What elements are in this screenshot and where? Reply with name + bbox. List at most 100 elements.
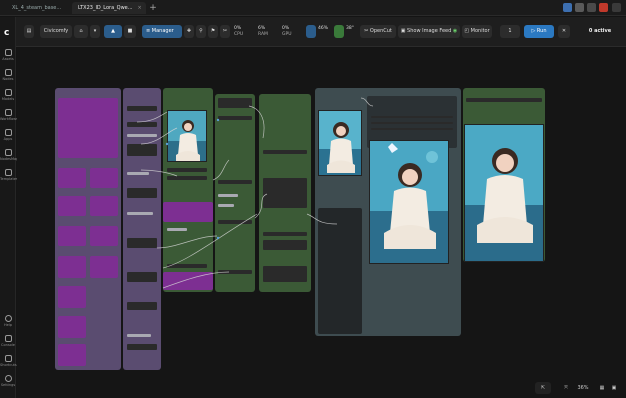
cpu-meter: 0% CPU (234, 26, 243, 39)
sidebar-item-label: Apps (3, 137, 13, 141)
new-tab-plus-icon[interactable]: + (148, 2, 158, 14)
left-sidebar: c Assets Nodes Models Workflows Apps Nod… (0, 17, 19, 398)
models-icon (4, 89, 12, 96)
show-image-feed-button[interactable]: ▣ Show Image Feed ◉ (398, 25, 460, 38)
sidebar-item-models[interactable]: Models (0, 89, 16, 101)
zoom-label: 36% (577, 385, 589, 391)
sidebar-item-templates[interactable]: Templates (0, 169, 18, 181)
assets-icon (4, 49, 12, 56)
stop-icon[interactable]: ■ (124, 25, 136, 38)
workflows-icon (4, 109, 12, 116)
logo-a-icon[interactable]: ▲ (104, 25, 122, 38)
minimap-icon[interactable]: ▦ (597, 382, 607, 394)
close-window-icon[interactable] (612, 3, 621, 12)
node-slot-dot (216, 236, 220, 240)
extension-icon[interactable] (599, 3, 608, 12)
wire (162, 271, 230, 289)
meter-value: 38° (346, 26, 354, 31)
chevron-down-icon[interactable]: ▾ (90, 25, 100, 38)
sidebar-item-apps[interactable]: Apps (0, 129, 16, 141)
help-icon (4, 315, 12, 322)
opencut-button[interactable]: ✂ OpenCut (360, 25, 396, 38)
wire (360, 97, 374, 107)
wire (140, 127, 178, 145)
meter-label: CPU (234, 32, 244, 37)
queue-icon[interactable]: ⌂ (74, 25, 88, 38)
sidebar-item-label: Workflows (0, 117, 18, 121)
tab-workflow-2[interactable]: LTX23_ID_Lora_Qwe... × (72, 2, 146, 14)
model-select[interactable]: Civicomfy (40, 25, 72, 38)
gpu-meter: 0% GPU (282, 26, 292, 39)
temp-swatch (334, 25, 344, 38)
sidebar-item-label: Models (1, 97, 15, 101)
menu-icon[interactable]: ▤ (24, 25, 34, 38)
top-toolbar: ▤ Civicomfy ⌂ ▾ ▲ ■ ≡ Manager ✚ ⚲ ⚑ ✂ 0%… (16, 17, 626, 47)
sidebar-item-help[interactable]: Help (0, 315, 16, 327)
vram-meter: 46% (318, 26, 328, 39)
pencil-icon[interactable] (563, 3, 572, 12)
sidebar-item-label: Help (4, 323, 12, 327)
sidebar-item-console[interactable]: Console (0, 335, 16, 347)
pin-icon[interactable]: ⚲ (196, 25, 206, 38)
shortcuts-icon (4, 355, 12, 362)
meter-label: GPU (282, 32, 292, 37)
sidebar-item-label: Templates (0, 177, 18, 181)
node-canvas[interactable] (17, 48, 626, 398)
sidebar-item-shortcuts[interactable]: Shortcuts (0, 355, 17, 367)
temp-meter: 38° (346, 26, 354, 39)
wire (156, 235, 218, 249)
active-label: 0 active (588, 28, 612, 34)
sidebar-item-nodes[interactable]: Nodes (0, 69, 16, 81)
nodes-icon (4, 69, 12, 76)
comfy-logo-icon[interactable]: c (4, 29, 13, 38)
wire (306, 213, 338, 225)
puzzle-icon[interactable]: ✚ (184, 25, 194, 38)
sidebar-item-nodesmap[interactable]: NodesMap (0, 149, 19, 161)
sidebar-item-label: NodesMap (0, 157, 19, 161)
fit-view-icon[interactable]: ⤧ (561, 382, 571, 394)
sidebar-item-workflows[interactable]: Workflows (0, 109, 18, 121)
run-button[interactable]: ▷ Run (524, 25, 554, 38)
wire (212, 159, 230, 181)
meter-label: RAM (258, 32, 268, 37)
node-wires (136, 97, 374, 289)
sidebar-item-label: Shortcuts (0, 363, 17, 367)
tab-label: XL_4_steam_base... (12, 5, 62, 11)
wire (248, 105, 265, 139)
link-visibility-icon[interactable]: ▣ (609, 382, 619, 394)
model-select-label: Civicomfy (43, 28, 69, 34)
apps-icon (4, 129, 12, 136)
share-icon[interactable] (575, 3, 584, 12)
tab-workflow-1[interactable]: XL_4_steam_base... (6, 2, 72, 14)
tab-bar: XL_4_steam_base... LTX23_ID_Lora_Qwe... ×… (0, 0, 626, 16)
sidebar-item-label: Nodes (2, 77, 14, 81)
sidebar-item-assets[interactable]: Assets (0, 49, 16, 61)
monitor-button[interactable]: ◰ Monitor (462, 25, 492, 38)
run-count-input[interactable]: 1 (500, 25, 520, 38)
templates-icon (4, 169, 12, 176)
run-label: Run (536, 28, 547, 34)
cancel-run-icon[interactable]: ✕ (558, 25, 570, 38)
shield-icon[interactable]: ⚑ (208, 25, 218, 38)
image-feed-indicator-icon: ◉ (452, 28, 458, 34)
pointer-mode-icon[interactable]: ⇱ (535, 382, 551, 394)
settings-icon (4, 375, 12, 382)
window-icon[interactable] (587, 3, 596, 12)
sidebar-item-settings[interactable]: Settings (0, 375, 16, 387)
zoom-level[interactable]: 36% (573, 382, 593, 394)
active-queue-indicator[interactable]: 0 active (580, 25, 620, 38)
broom-icon[interactable]: ✂ (220, 25, 230, 38)
opencut-label: OpenCut (369, 28, 392, 34)
manager-label: Manager (151, 28, 174, 34)
sidebar-item-label: Assets (2, 57, 14, 61)
close-icon[interactable]: × (138, 5, 142, 11)
manager-button[interactable]: ≡ Manager (142, 25, 182, 38)
sidebar-item-label: Console (1, 343, 15, 347)
image-feed-label: Show Image Feed (407, 28, 452, 34)
ram-meter: 6% RAM (258, 26, 268, 39)
nodes-map-icon (4, 149, 12, 156)
monitor-label: Monitor (470, 28, 490, 34)
run-count-value: 1 (508, 28, 512, 34)
wire (140, 169, 178, 177)
tab-label: LTX23_ID_Lora_Qwe... (78, 5, 133, 11)
